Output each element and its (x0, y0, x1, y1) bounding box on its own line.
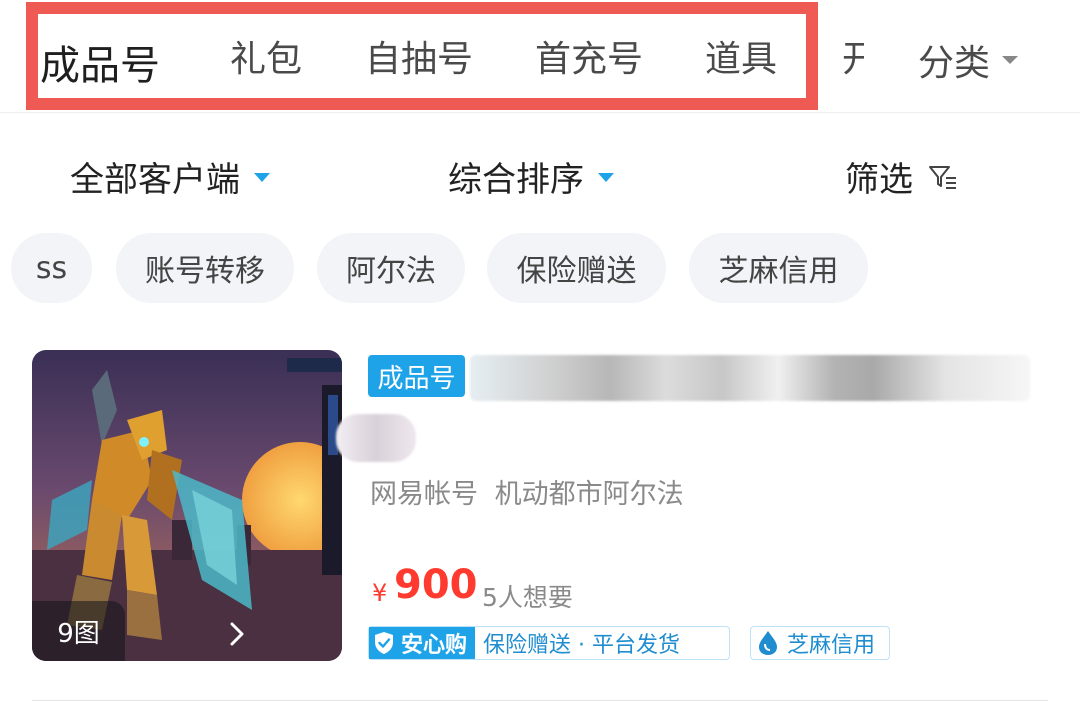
blurred-title (470, 355, 1030, 401)
tab-truncated[interactable]: 开 (842, 30, 864, 82)
filter-label: 筛选 (845, 160, 913, 200)
assurance-badge: 安心购 保险赠送 · 平台发货 (368, 626, 730, 660)
product-type-tag: 成品号 (368, 355, 465, 397)
client-filter-dropdown[interactable]: 全部客户端 (70, 152, 270, 201)
zhima-credit-label: 芝麻信用 (787, 633, 876, 658)
chevron-right-icon (230, 622, 244, 646)
client-filter-label: 全部客户端 (70, 160, 240, 200)
chip-zhima-credit[interactable]: 芝麻信用 (689, 233, 868, 303)
want-count: 5人想要 (482, 583, 573, 612)
product-price: 900 (394, 562, 478, 608)
product-subtitle: 网易帐号 机动都市阿尔法 (370, 479, 684, 510)
assurance-badge-label: 安心购 (401, 633, 468, 658)
price-currency: ¥ (372, 579, 388, 607)
chip-account-transfer[interactable]: 账号转移 (116, 233, 294, 303)
sort-label: 综合排序 (448, 160, 584, 200)
tabs-fade-overlay (865, 0, 905, 112)
shield-check-icon (375, 632, 393, 654)
tabs-highlight-box (26, 2, 818, 110)
category-label: 分类 (918, 43, 991, 84)
blurred-title-line2 (336, 414, 416, 462)
assurance-head: 安心购 (369, 627, 476, 659)
chip-ss[interactable]: ss (11, 233, 92, 303)
sort-dropdown[interactable]: 综合排序 (448, 152, 614, 201)
zhima-credit-badge: 芝麻信用 (750, 626, 890, 660)
category-dropdown[interactable]: 分类 (918, 34, 1019, 86)
list-divider (32, 700, 1048, 701)
image-count-badge: 9图 (32, 601, 125, 661)
filter-button[interactable]: 筛选 (845, 152, 959, 201)
chevron-down-icon (1002, 56, 1019, 64)
chip-insurance-gift[interactable]: 保险赠送 (487, 233, 666, 303)
chevron-down-icon (598, 173, 614, 182)
product-thumbnail[interactable]: 9图 (32, 350, 342, 661)
chip-alpha[interactable]: 阿尔法 (317, 233, 465, 303)
filter-funnel-icon (929, 165, 956, 189)
chevron-down-icon (254, 173, 270, 182)
assurance-text: 保险赠送 · 平台发货 (483, 633, 680, 658)
zhima-drop-icon (759, 631, 777, 655)
